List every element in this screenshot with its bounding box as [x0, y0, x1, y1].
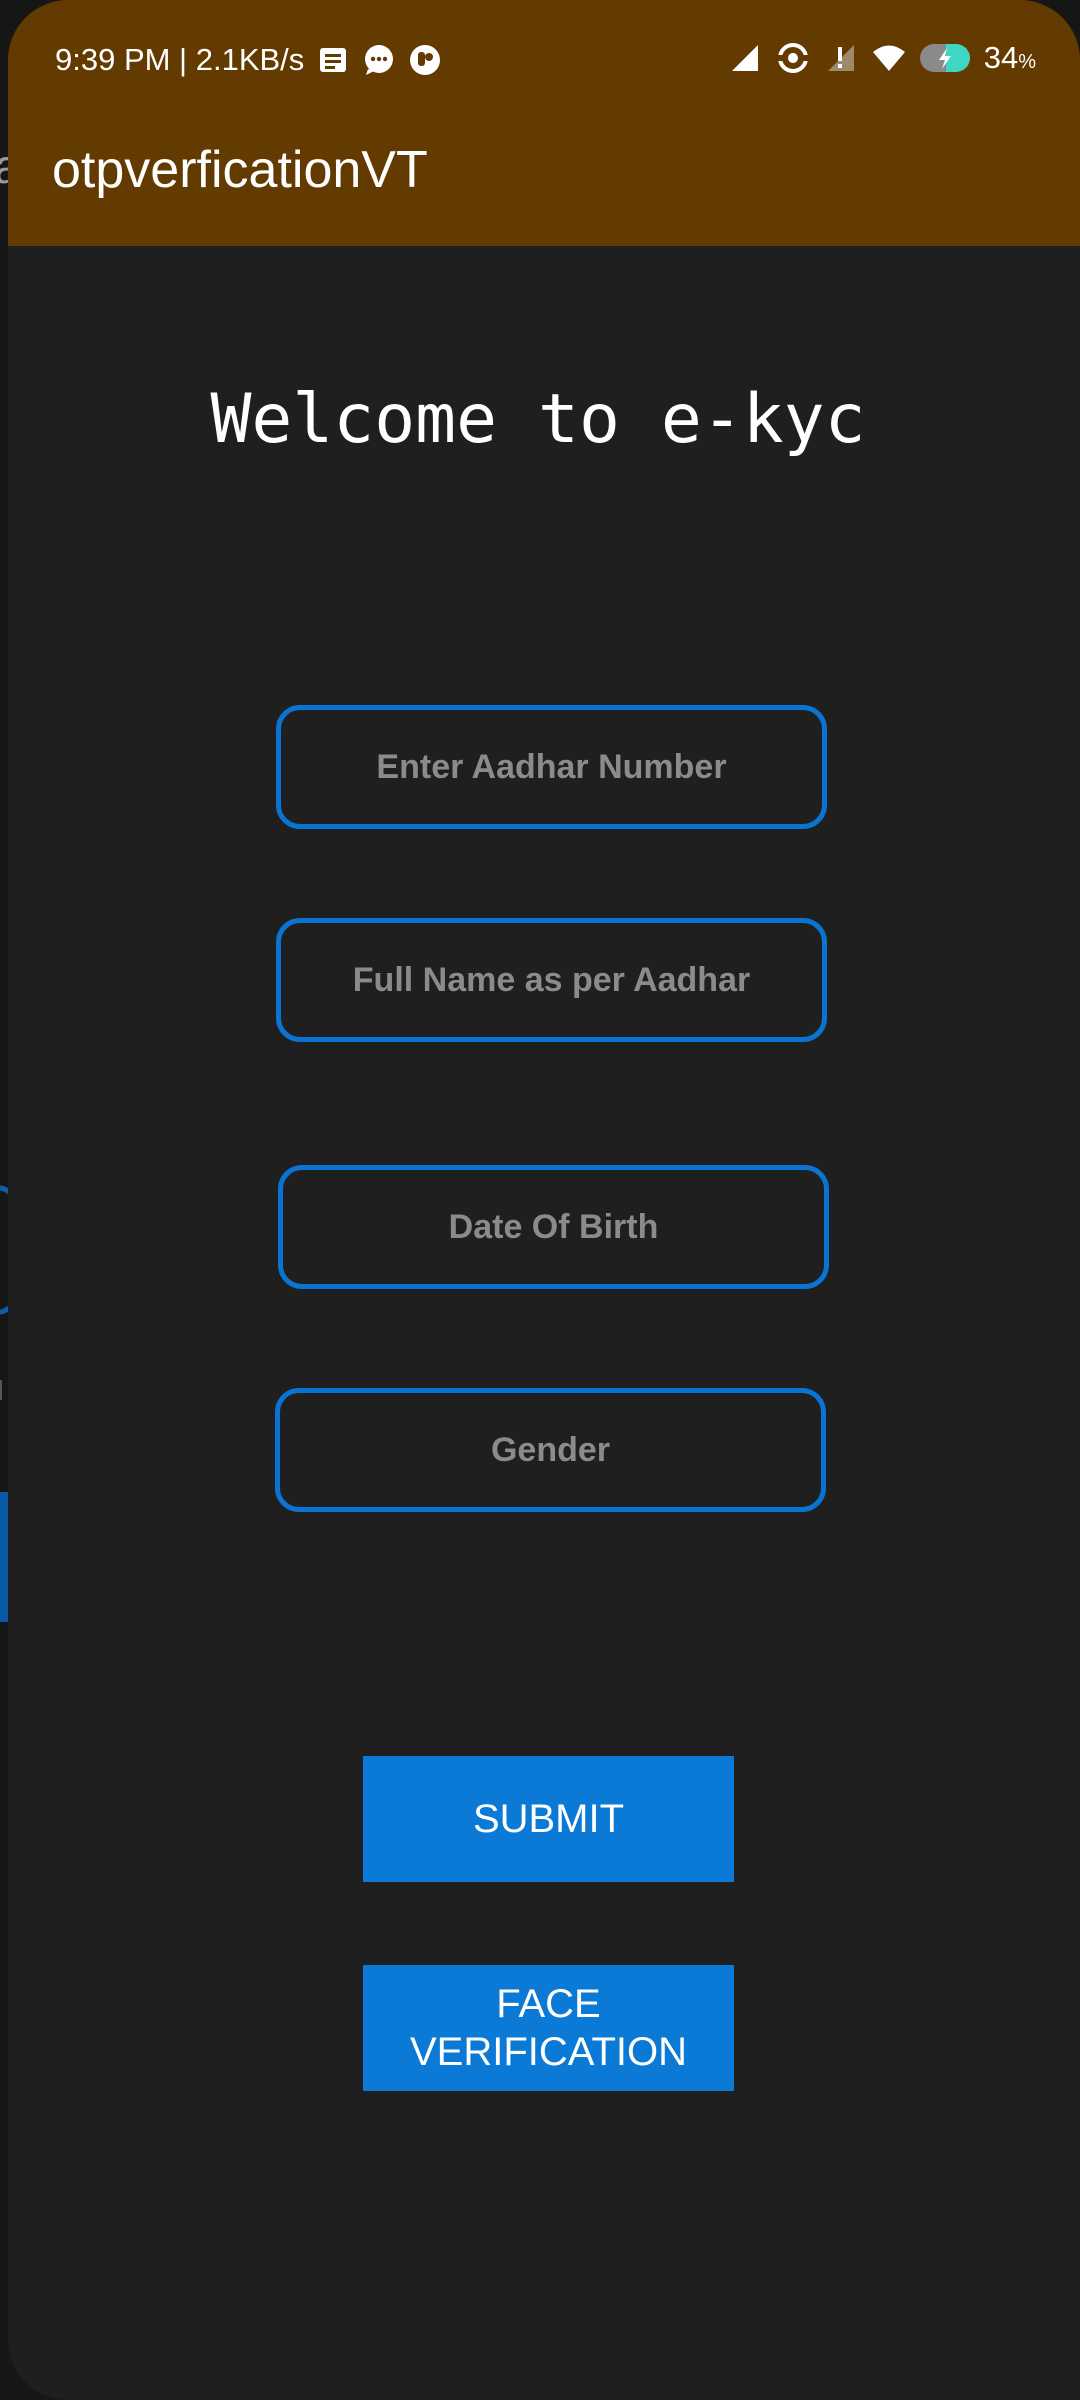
hotspot-icon	[775, 43, 810, 73]
gender-input[interactable]	[275, 1388, 826, 1512]
status-bar: 9:39 PM | 2.1KB/s 34%	[8, 0, 1080, 120]
full-name-input[interactable]	[276, 918, 827, 1042]
data-signal-icon	[827, 45, 854, 71]
face-verification-label-line2: VERIFICATION	[409, 2030, 688, 2074]
date-of-birth-input[interactable]	[278, 1165, 829, 1289]
battery-charging-icon	[919, 44, 970, 72]
status-time: 9:39 PM | 2.1KB/s	[55, 42, 305, 77]
notification-list-icon	[320, 48, 347, 72]
status-left: 9:39 PM | 2.1KB/s	[55, 42, 442, 78]
face-verification-button[interactable]: FACE VERIFICATION	[363, 1965, 734, 2091]
welcome-heading: Welcome to e-kyc	[210, 380, 866, 459]
app-bar: 9:39 PM | 2.1KB/s 34% otpverficationVT	[8, 0, 1080, 246]
app-badge-icon	[410, 45, 441, 75]
battery-unit: %	[1018, 51, 1036, 73]
app-screen: 9:39 PM | 2.1KB/s 34% otpverficationVT W…	[8, 0, 1080, 2400]
aadhar-number-input[interactable]	[276, 705, 827, 829]
wifi-icon	[872, 45, 905, 71]
battery-percentage: 34%	[984, 40, 1036, 76]
chat-bubble-icon	[365, 45, 394, 75]
background-text-fragment	[0, 1380, 2, 1400]
status-right: 34%	[728, 40, 1036, 76]
submit-button-label: SUBMIT	[472, 1797, 625, 1841]
submit-button[interactable]: SUBMIT	[363, 1756, 734, 1882]
face-verification-label-line1: FACE	[496, 1982, 601, 2026]
app-title: otpverficationVT	[52, 141, 428, 199]
battery-value: 34	[983, 40, 1019, 75]
signal-icon	[731, 45, 758, 71]
